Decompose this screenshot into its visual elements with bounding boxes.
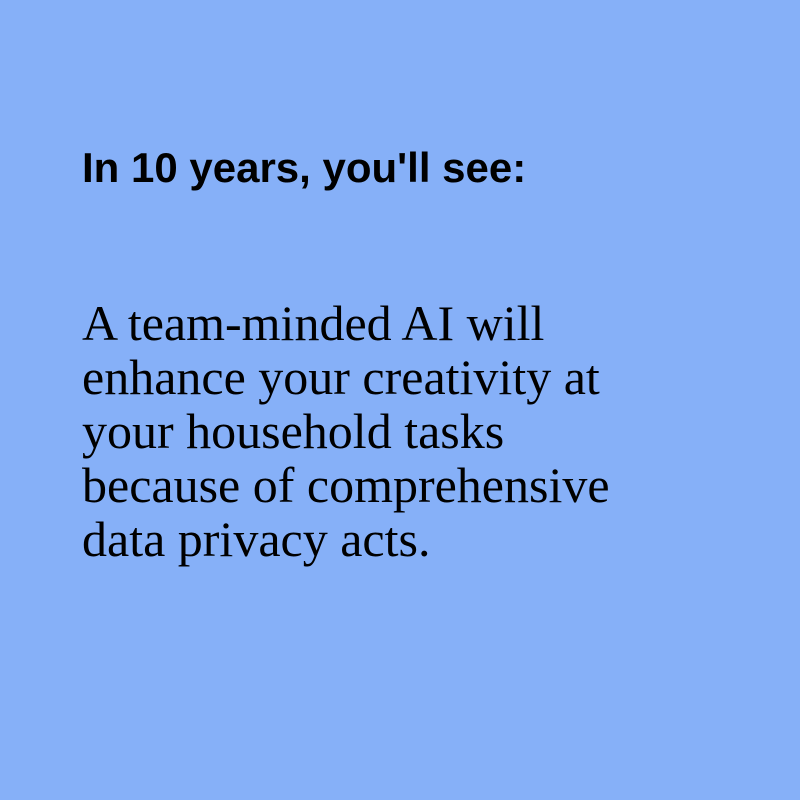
prediction-line: A team-minded AI will	[82, 295, 545, 351]
prediction-line: enhance your creativity at	[82, 349, 600, 405]
prediction-line: data privacy acts.	[82, 511, 431, 567]
prediction-line: your household tasks	[82, 403, 505, 459]
prediction-card: In 10 years, you'll see: A team-minded A…	[0, 0, 800, 800]
prediction-line: because of comprehensive	[82, 457, 610, 513]
prediction-text: A team-minded AI will enhance your creat…	[82, 296, 762, 566]
headline: In 10 years, you'll see:	[82, 144, 527, 191]
